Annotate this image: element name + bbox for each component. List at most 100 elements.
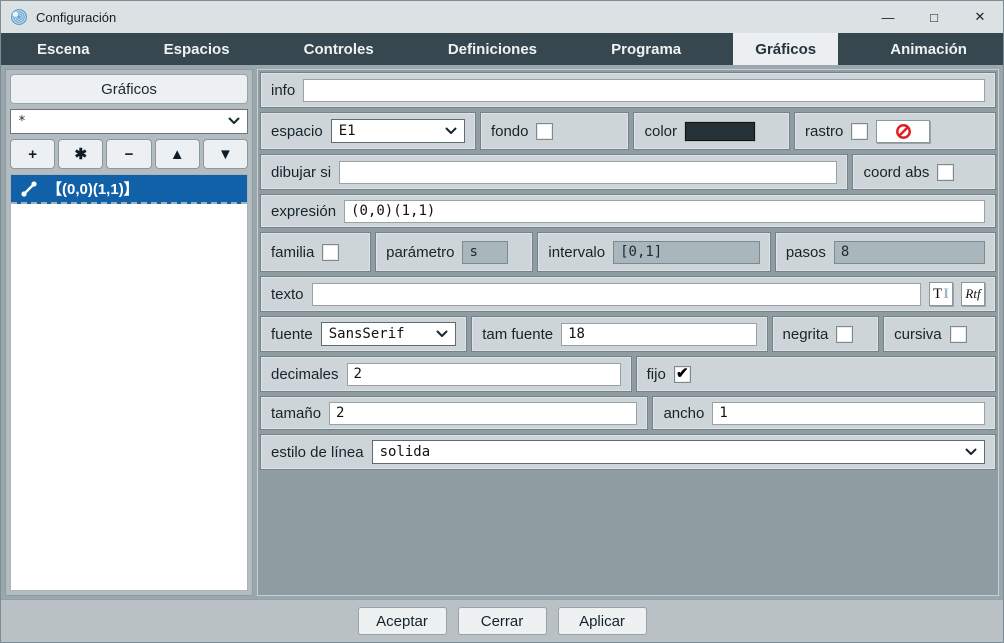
pasos-label: pasos <box>786 244 826 261</box>
ancho-label: ancho <box>663 405 704 422</box>
add-graphic-button[interactable]: + <box>10 139 55 169</box>
move-up-button[interactable]: ▲ <box>155 139 200 169</box>
parametro-group: parámetro <box>375 232 533 272</box>
coord-abs-label: coord abs <box>863 164 929 181</box>
cursiva-checkbox[interactable] <box>950 326 967 343</box>
texto-group: texto TI Rtf <box>260 276 996 312</box>
expresion-label: expresión <box>271 203 336 220</box>
dialog-content: Gráficos * + ✱ − ▲ ▼ <box>1 65 1003 599</box>
app-icon <box>10 8 28 26</box>
close-button[interactable]: ✕ <box>957 1 1003 33</box>
no-trace-button[interactable] <box>876 120 930 143</box>
decimales-label: decimales <box>271 366 339 383</box>
intervalo-label: intervalo <box>548 244 605 261</box>
aplicar-button[interactable]: Aplicar <box>558 607 647 635</box>
tab-controles[interactable]: Controles <box>282 33 396 65</box>
ancho-group: ancho <box>652 396 996 430</box>
rastro-label: rastro <box>805 123 843 140</box>
graphics-filter-select[interactable]: * <box>10 109 248 134</box>
coord-abs-group: coord abs <box>852 154 996 190</box>
color-label: color <box>644 123 677 140</box>
chevron-down-icon <box>437 123 457 139</box>
duplicate-graphic-button[interactable]: ✱ <box>58 139 103 169</box>
tam-fuente-input[interactable] <box>561 323 756 346</box>
tamano-input[interactable] <box>329 402 637 425</box>
texto-input[interactable] <box>312 283 921 306</box>
graphics-toolbar: + ✱ − ▲ ▼ <box>10 139 248 169</box>
tab-programa[interactable]: Programa <box>589 33 703 65</box>
tab-animacion[interactable]: Animación <box>868 33 989 65</box>
fijo-checkbox[interactable] <box>674 366 691 383</box>
window-title: Configuración <box>36 10 116 25</box>
window-controls: — □ ✕ <box>865 1 1003 33</box>
plain-text-button[interactable]: TI <box>929 282 953 306</box>
familia-label: familia <box>271 244 314 261</box>
fijo-label: fijo <box>647 366 666 383</box>
graphics-list: 【(0,0)(1,1)】 <box>10 174 248 591</box>
aceptar-button[interactable]: Aceptar <box>358 607 447 635</box>
negrita-group: negrita <box>772 316 880 352</box>
decimales-group: decimales <box>260 356 632 392</box>
rastro-checkbox[interactable] <box>851 123 868 140</box>
familia-group: familia <box>260 232 371 272</box>
tab-graficos[interactable]: Gráficos <box>733 33 838 65</box>
negrita-checkbox[interactable] <box>836 326 853 343</box>
estilo-linea-select[interactable]: solida <box>372 440 985 464</box>
rastro-group: rastro <box>794 112 996 150</box>
forbidden-icon <box>895 123 912 140</box>
text-cursor-icon: I <box>943 286 949 303</box>
intervalo-group: intervalo <box>537 232 770 272</box>
tab-definiciones[interactable]: Definiciones <box>426 33 559 65</box>
remove-graphic-button[interactable]: − <box>106 139 151 169</box>
cerrar-button[interactable]: Cerrar <box>458 607 547 635</box>
color-group: color <box>633 112 790 150</box>
decimales-input[interactable] <box>347 363 621 386</box>
graphics-list-panel: Gráficos * + ✱ − ▲ ▼ <box>5 69 253 596</box>
tamano-group: tamaño <box>260 396 648 430</box>
segment-icon <box>20 180 38 198</box>
minimize-button[interactable]: — <box>865 1 911 33</box>
espacio-select[interactable]: E1 <box>331 119 465 143</box>
negrita-label: negrita <box>783 326 829 343</box>
info-group: info <box>260 72 996 108</box>
tab-escena[interactable]: Escena <box>15 33 112 65</box>
pasos-input <box>834 241 985 264</box>
familia-checkbox[interactable] <box>322 244 339 261</box>
coord-abs-checkbox[interactable] <box>937 164 954 181</box>
parametro-label: parámetro <box>386 244 454 261</box>
pasos-group: pasos <box>775 232 996 272</box>
estilo-linea-group: estilo de línea solida <box>260 434 996 470</box>
tab-espacios[interactable]: Espacios <box>142 33 252 65</box>
cursiva-label: cursiva <box>894 326 942 343</box>
move-down-button[interactable]: ▼ <box>203 139 248 169</box>
estilo-linea-label: estilo de línea <box>271 444 364 461</box>
fuente-select[interactable]: SansSerif <box>321 322 456 346</box>
info-label: info <box>271 82 295 99</box>
tam-fuente-group: tam fuente <box>471 316 767 352</box>
chevron-down-icon <box>220 114 240 129</box>
dibujar-si-input[interactable] <box>339 161 837 184</box>
cursiva-group: cursiva <box>883 316 996 352</box>
tab-bar: Escena Espacios Controles Definiciones P… <box>1 33 1003 65</box>
list-item[interactable]: 【(0,0)(1,1)】 <box>11 175 247 204</box>
espacio-label: espacio <box>271 123 323 140</box>
chevron-down-icon <box>428 326 448 342</box>
fijo-group: fijo <box>636 356 996 392</box>
fondo-label: fondo <box>491 123 529 140</box>
configuration-dialog: Configuración — □ ✕ Escena Espacios Cont… <box>0 0 1004 643</box>
color-swatch[interactable] <box>685 122 755 141</box>
fondo-checkbox[interactable] <box>536 123 553 140</box>
list-item-label: 【(0,0)(1,1)】 <box>47 178 139 199</box>
maximize-button[interactable]: □ <box>911 1 957 33</box>
info-input[interactable] <box>303 79 985 102</box>
rtf-text-button[interactable]: Rtf <box>961 282 985 306</box>
dibujar-si-group: dibujar si <box>260 154 848 190</box>
title-bar: Configuración — □ ✕ <box>1 1 1003 33</box>
chevron-down-icon <box>957 444 977 460</box>
expresion-group: expresión <box>260 194 996 228</box>
fuente-label: fuente <box>271 326 313 343</box>
ancho-input[interactable] <box>712 402 985 425</box>
expresion-input[interactable] <box>344 200 985 223</box>
tam-fuente-label: tam fuente <box>482 326 553 343</box>
graphic-properties-form: info espacio E1 fondo <box>257 69 999 596</box>
